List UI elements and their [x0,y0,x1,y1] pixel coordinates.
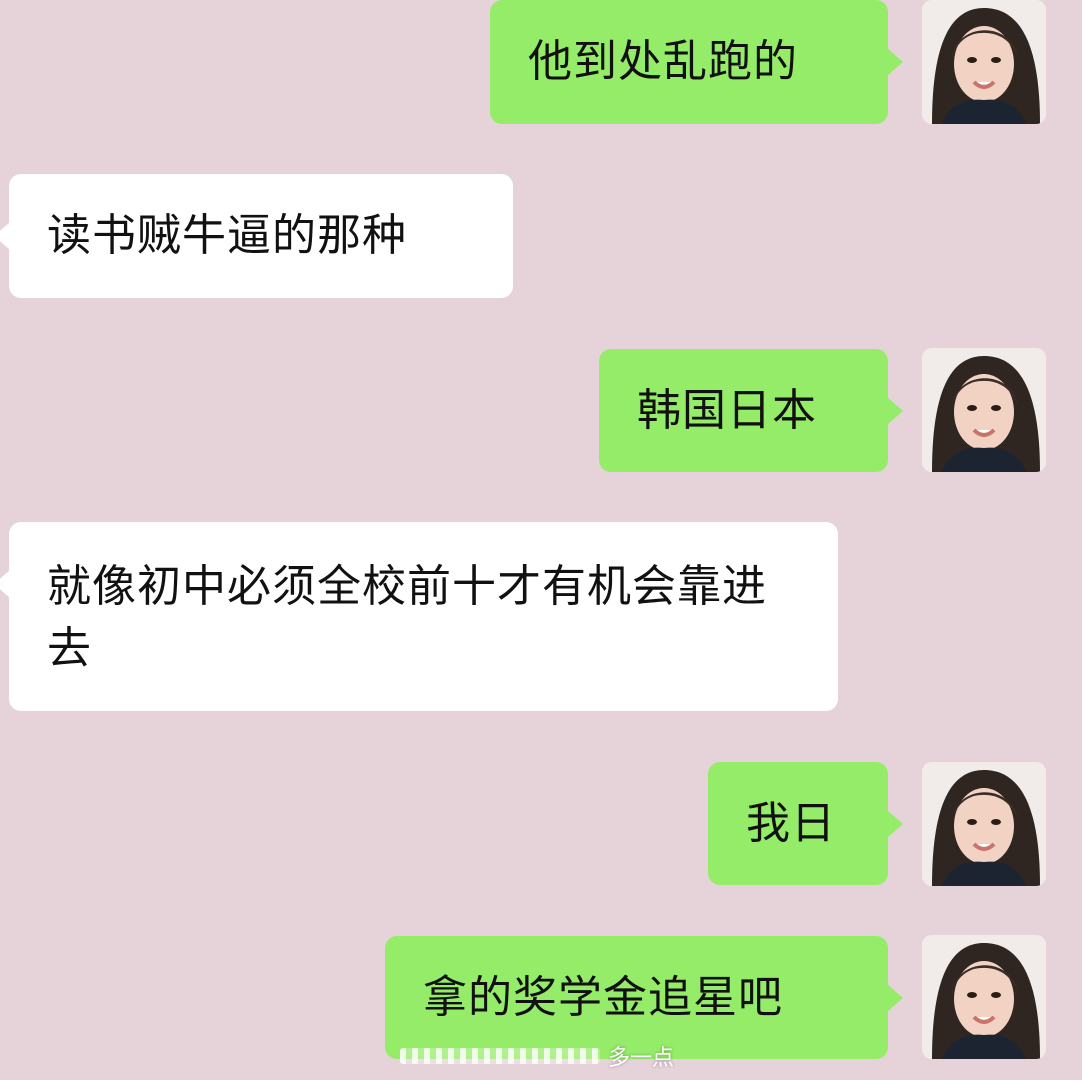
message-text: 他到处乱跑的 [528,36,798,87]
avatar-photo-icon [922,935,1046,1059]
avatar-photo-icon [922,348,1046,472]
message-text: 就像初中必须全校前十才有机会靠进去 [47,561,767,674]
watermark-text: 多一点 [608,1046,675,1071]
message-bubble-received[interactable]: 就像初中必须全校前十才有机会靠进去 [0,522,838,711]
avatar[interactable] [922,935,1046,1059]
watermark-mark [400,1048,600,1064]
avatar[interactable] [922,762,1046,886]
message-text: 拿的奖学金追星吧 [423,972,783,1023]
message-bubble-sent[interactable]: 我日 [708,762,903,885]
chat-area[interactable]: 他到处乱跑的 读书贼牛逼的那种 韩国日本 就像初中必须全校前十才有机会靠进去 我… [0,0,1082,1080]
avatar[interactable] [922,348,1046,472]
message-text: 韩国日本 [637,385,817,436]
watermark: 多一点 [400,1040,680,1072]
avatar-photo-icon [922,0,1046,124]
message-text: 读书贼牛逼的那种 [47,210,407,261]
message-bubble-sent[interactable]: 韩国日本 [599,349,903,472]
avatar-photo-icon [922,762,1046,886]
message-text: 我日 [746,798,836,849]
message-bubble-sent[interactable]: 他到处乱跑的 [490,0,903,124]
avatar[interactable] [922,0,1046,124]
message-bubble-received[interactable]: 读书贼牛逼的那种 [0,174,513,298]
